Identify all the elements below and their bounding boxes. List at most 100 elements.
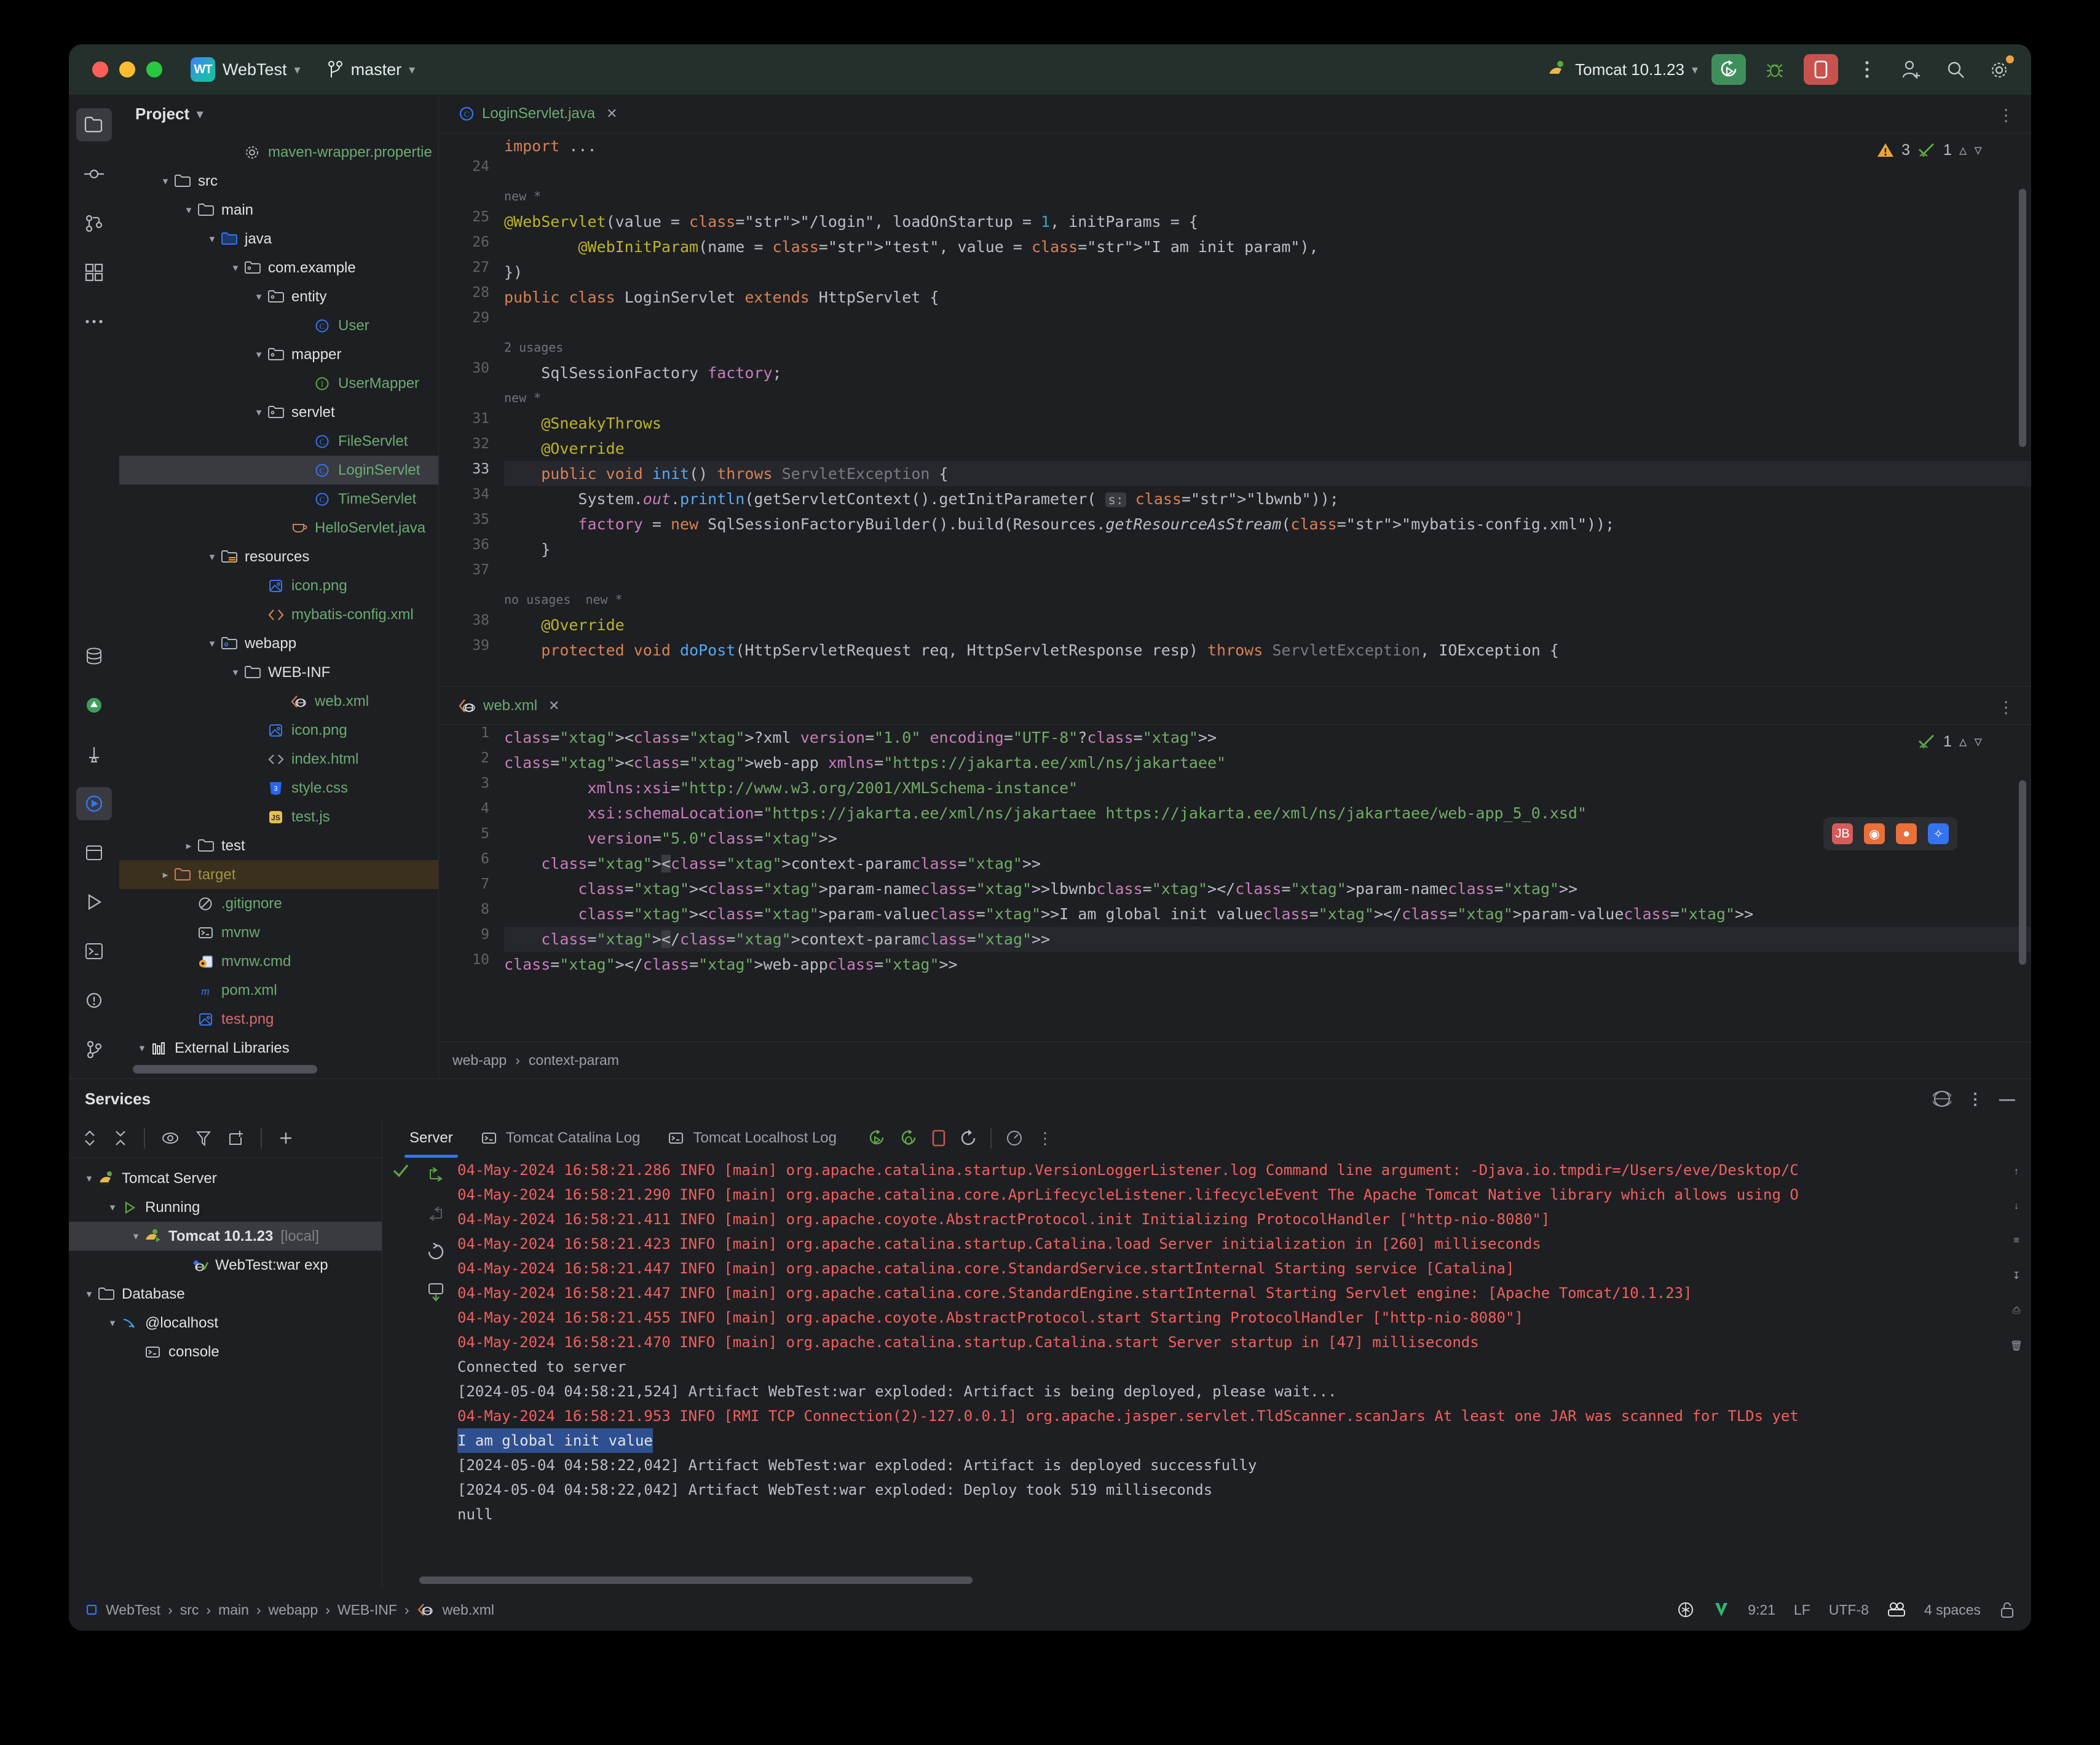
project-tree-item[interactable]: HelloServlet.java (119, 513, 438, 542)
scroll-to-start-icon[interactable] (427, 1203, 445, 1222)
chevron-down-icon[interactable]: ▾ (81, 1171, 97, 1187)
project-panel-header[interactable]: Project ▾ (119, 95, 438, 133)
database-tool-button[interactable] (76, 639, 112, 673)
java-editor-gutter[interactable]: 24 25 26 27 28 29 30 31 32 33 34 35 36 37 38 39 (439, 133, 498, 686)
log-console[interactable]: 04-May-2024 16:58:21.286 INFO [main] org… (382, 1158, 2031, 1577)
vim-icon[interactable] (1713, 1601, 1729, 1619)
project-tree-item[interactable]: icon.png (119, 571, 438, 600)
java-editor[interactable]: 24 25 26 27 28 29 30 31 32 33 34 35 36 37 38 39 import … (439, 133, 2031, 686)
project-tool-button[interactable] (76, 108, 112, 141)
project-tree-item[interactable]: mybatis-config.xml (119, 600, 438, 629)
debug-button[interactable] (1759, 54, 1790, 85)
services-tree[interactable]: ▾ Tomcat Server ▾ Running ▾ Tomcat 10.1.23 [lo… (69, 1158, 382, 1589)
terminal-tool-button[interactable] (76, 935, 112, 968)
close-icon[interactable]: ✕ (606, 106, 617, 122)
restart-icon[interactable] (427, 1243, 445, 1261)
chevron-down-icon[interactable]: ▾ (204, 549, 220, 565)
run-configuration-selector[interactable]: Tomcat 10.1.23 ▾ (1547, 60, 1698, 79)
xml-inspection-widget[interactable]: 1 ▵ ▿ (1917, 732, 1982, 751)
project-tree[interactable]: maven-wrapper.propertie ▾ src ▾ main ▾ java ▾ co… (119, 133, 438, 1061)
log-tab[interactable]: Tomcat Catalina Log (467, 1118, 654, 1158)
status-breadcrumb-item[interactable]: src (180, 1602, 199, 1618)
structure-tool-button[interactable] (76, 256, 112, 289)
project-tree-item[interactable]: .gitignore (119, 889, 438, 918)
stop-server-icon[interactable] (931, 1129, 946, 1147)
chevron-down-icon[interactable]: ▾ (227, 260, 243, 276)
browser-preview-bar[interactable]: JB ◉ ● ✧ (1823, 817, 1957, 850)
project-tree-item[interactable]: mvnw.cmd (119, 947, 438, 976)
jetbrains-browser-icon[interactable]: JB (1832, 823, 1853, 844)
project-tree-item[interactable]: icon.png (119, 716, 438, 745)
chevron-down-icon[interactable]: ▾ (251, 347, 267, 363)
line-separator[interactable]: LF (1794, 1602, 1810, 1618)
log-tabs[interactable]: Server Tomcat Catalina Log Tomcat Localhos… (382, 1118, 2031, 1158)
chevron-down-icon[interactable]: ▾ (105, 1200, 120, 1216)
status-breadcrumb-item[interactable]: WebTest (106, 1602, 160, 1618)
project-tree-item[interactable]: ▾ servlet (119, 398, 438, 427)
log-hscrollbar[interactable] (419, 1577, 973, 1584)
editor-options-button[interactable]: ⋮ (1998, 698, 2015, 717)
clear-all-icon[interactable]: 🗑 (2010, 1340, 2023, 1352)
project-tree-item[interactable]: ▾ java (119, 224, 438, 253)
log-tab[interactable]: Tomcat Localhost Log (653, 1118, 850, 1158)
status-breadcrumb-item[interactable]: web.xml (443, 1602, 494, 1618)
rerun-button[interactable] (1711, 54, 1746, 85)
scroll-up-icon[interactable]: ↑ (2014, 1166, 2019, 1177)
project-tree-item[interactable]: ▸ test (119, 831, 438, 860)
xml-editor[interactable]: 1 2 3 4 5 6 7 8 9 10 class="xtag"><class="xtag">?… (439, 724, 2031, 1042)
run-tool-button[interactable] (76, 885, 112, 919)
project-tree-item[interactable]: ▾ mapper (119, 340, 438, 369)
print-icon[interactable]: ⎙ (2013, 1305, 2021, 1316)
chevron-right-icon[interactable]: ▸ (157, 867, 173, 883)
chevron-down-icon[interactable]: ▾ (251, 289, 267, 305)
project-tree-item[interactable]: mvnw (119, 918, 438, 947)
project-tree-item[interactable]: ▸ target (119, 860, 438, 889)
chevron-down-icon[interactable]: ▾ (204, 231, 220, 247)
log-text[interactable]: 04-May-2024 16:58:21.286 INFO [main] org… (452, 1158, 2002, 1577)
project-tree-item[interactable]: C LoginServlet (119, 456, 438, 485)
chevron-down-icon[interactable]: ▾ (105, 1315, 120, 1331)
project-tree-item[interactable]: ▾ main (119, 196, 438, 224)
chevron-down-icon[interactable]: ▾ (197, 106, 203, 122)
services-tree-item[interactable]: ▾ Database (69, 1280, 382, 1308)
chevron-down-icon[interactable]: ▾ (81, 1286, 97, 1302)
problems-tool-button[interactable] (76, 836, 112, 869)
project-tree-item[interactable]: test.png (119, 1005, 438, 1034)
branch-selector[interactable]: master ▾ (328, 60, 415, 79)
dump-threads-icon[interactable] (427, 1282, 445, 1302)
profiler-icon[interactable] (1005, 1129, 1024, 1147)
xml-editor-scrollbar[interactable] (2019, 780, 2026, 965)
project-tree-item[interactable]: web.xml (119, 687, 438, 716)
prev-problem-button[interactable]: ▵ (1959, 732, 1967, 751)
chevron-down-icon[interactable]: ▾ (128, 1229, 144, 1244)
project-tree-item[interactable]: ▾ External Libraries (119, 1034, 438, 1061)
expand-collapse-icon[interactable] (82, 1129, 97, 1147)
scroll-to-end-icon[interactable] (427, 1164, 445, 1182)
project-tree-item[interactable]: m pom.xml (119, 976, 438, 1005)
services-help-icon[interactable] (1933, 1090, 1951, 1108)
safari-browser-icon[interactable]: ✧ (1928, 823, 1949, 844)
indent-setting[interactable]: 4 spaces (1924, 1602, 1981, 1618)
file-encoding[interactable]: UTF-8 (1829, 1602, 1869, 1618)
more-actions-button[interactable] (1852, 54, 1882, 85)
minimize-window-button[interactable] (119, 61, 135, 77)
project-tree-item[interactable]: C TimeServlet (119, 485, 438, 513)
status-breadcrumb-item[interactable]: WEB-INF (338, 1602, 397, 1618)
project-tree-item[interactable]: C User (119, 311, 438, 340)
collapse-all-icon[interactable] (113, 1129, 128, 1147)
chrome-browser-icon[interactable]: ◉ (1864, 823, 1885, 844)
version-control-tool-button[interactable] (76, 1033, 112, 1066)
project-tree-item[interactable]: 3 style.css (119, 774, 438, 802)
editor-options-button[interactable]: ⋮ (1998, 106, 2015, 125)
restart-server-icon[interactable] (960, 1128, 977, 1148)
scroll-end-icon[interactable]: ↧ (2012, 1270, 2020, 1282)
console-options-button[interactable]: ⋮ (1037, 1129, 1053, 1148)
breadcrumb-item[interactable]: web-app (452, 1052, 507, 1069)
minimize-services-button[interactable]: — (1999, 1090, 2015, 1109)
project-tree-item[interactable]: ▾ com.example (119, 253, 438, 282)
more-tool-windows-button[interactable] (76, 305, 112, 338)
filter-icon[interactable] (195, 1129, 211, 1147)
services-options-button[interactable]: ⋮ (1967, 1090, 1983, 1109)
commit-tool-button[interactable] (76, 157, 112, 191)
project-selector[interactable]: WT WebTest ▾ (191, 57, 301, 82)
